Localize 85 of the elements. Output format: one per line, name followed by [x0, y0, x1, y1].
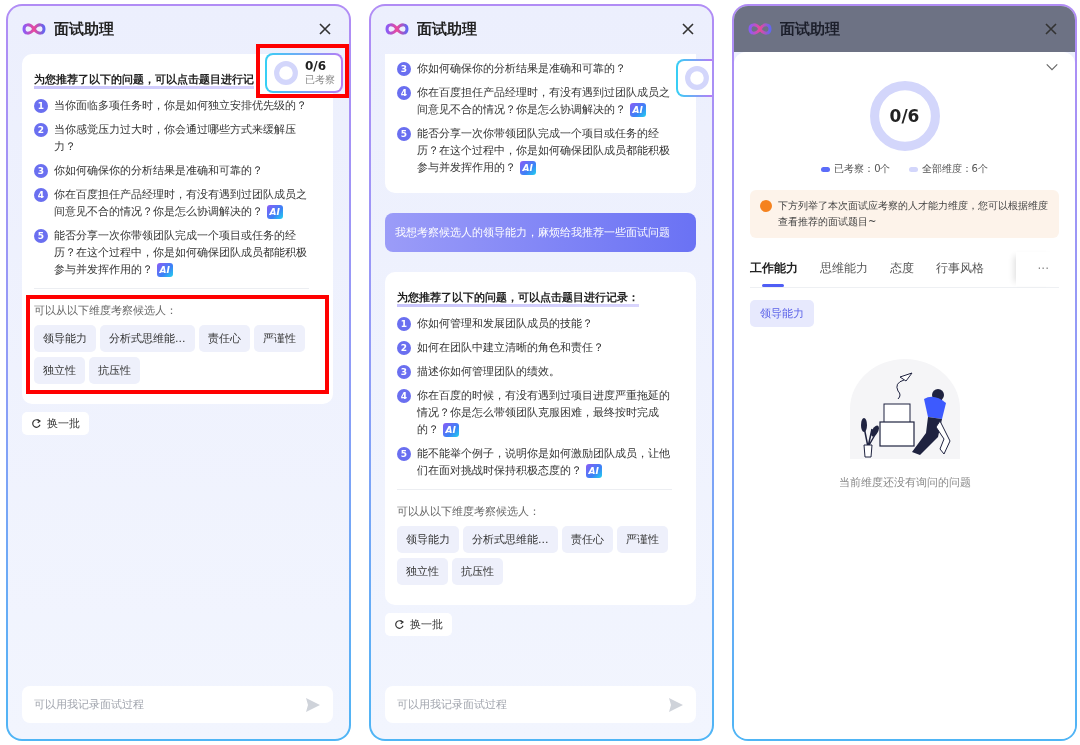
question-text[interactable]: 能否分享一次你带领团队完成一个项目或任务的经历？在这个过程中，你是如何确保团队成员都能积极参与并发挥作用的？ AI	[417, 125, 672, 176]
category-tab[interactable]: 态度	[890, 250, 914, 287]
close-icon	[680, 21, 696, 37]
progress-badge[interactable]: 0/6 已考察	[265, 53, 343, 93]
panel-title: 面试助理	[780, 19, 840, 39]
ai-badge: AI	[442, 423, 459, 437]
notice-text: 下方列举了本次面试应考察的人才能力维度，您可以根据维度查看推荐的面试题目~	[778, 199, 1049, 229]
dimension-tag[interactable]: 领导能力	[34, 325, 96, 352]
legend-label: 已考察：0个	[834, 162, 891, 176]
number-badge: 5	[397, 127, 411, 141]
question-text[interactable]: 当你感觉压力过大时，你会通过哪些方式来缓解压力？	[54, 121, 309, 155]
category-tab[interactable]: 思维能力	[820, 250, 868, 287]
dimension-tag[interactable]: 分析式思维能...	[463, 526, 558, 553]
ai-badge: AI	[519, 161, 536, 175]
logo-icon	[22, 21, 46, 37]
number-badge: 4	[397, 86, 411, 100]
close-button[interactable]	[317, 21, 333, 37]
refresh-icon	[394, 618, 406, 631]
message-input[interactable]: 可以用我记录面试过程	[385, 686, 696, 723]
progress-count: 0/6	[889, 106, 920, 126]
message-input[interactable]: 可以用我记录面试过程	[22, 686, 333, 723]
number-badge: 4	[397, 389, 411, 403]
dimension-tag[interactable]: 分析式思维能...	[100, 325, 195, 352]
send-icon[interactable]	[668, 697, 684, 713]
question-text[interactable]: 能否分享一次你带领团队完成一个项目或任务的经历？在这个过程中，你是如何确保团队成员都能积极参与并发挥作用的？ AI	[54, 227, 309, 278]
question-text[interactable]: 你如何确保你的分析结果是准确和可靠的？	[54, 162, 263, 179]
question-text[interactable]: 描述你如何管理团队的绩效。	[417, 363, 560, 380]
dimension-tag[interactable]: 严谨性	[253, 325, 305, 352]
dimension-tag[interactable]: 责任心	[198, 325, 250, 352]
panel-title: 面试助理	[417, 19, 477, 39]
refresh-button[interactable]: 换一批	[22, 412, 89, 435]
category-tab[interactable]: 工作能力	[750, 250, 798, 287]
progress-ring	[684, 65, 710, 91]
number-badge: 3	[397, 62, 411, 76]
legend-label: 全部维度：6个	[921, 162, 988, 176]
dimension-tag[interactable]: 严谨性	[616, 526, 668, 553]
dimension-tag[interactable]: 独立性	[397, 558, 448, 585]
ai-badge: AI	[266, 205, 283, 219]
warning-icon	[760, 200, 772, 212]
send-icon[interactable]	[305, 697, 321, 713]
dimension-tag[interactable]: 领导能力	[750, 300, 814, 327]
card-heading: 为您推荐了以下的问题，可以点击题目进行记录：	[397, 290, 639, 307]
question-text[interactable]: 你在百度的时候，有没有遇到过项目进度严重拖延的情况？你是怎么带领团队克服困难，最终按时完成的？ AI	[417, 387, 672, 438]
number-badge: 3	[397, 365, 411, 379]
dimension-tag[interactable]: 抗压性	[89, 357, 140, 384]
progress-count: 0/6	[305, 59, 328, 73]
number-badge: 2	[397, 341, 411, 355]
number-badge: 1	[34, 99, 48, 113]
number-badge: 3	[34, 164, 48, 178]
number-badge: 4	[34, 188, 48, 202]
number-badge: 5	[397, 447, 411, 461]
refresh-button[interactable]: 换一批	[385, 613, 452, 636]
refresh-icon	[31, 417, 43, 430]
question-text[interactable]: 你如何管理和发展团队成员的技能？	[417, 315, 593, 332]
progress-label: 已考察	[305, 73, 335, 87]
dimension-tag[interactable]: 独立性	[34, 357, 85, 384]
number-badge: 2	[34, 123, 48, 137]
panel-title: 面试助理	[54, 19, 114, 39]
question-text[interactable]: 当你面临多项任务时，你是如何独立安排优先级的？	[54, 97, 307, 114]
ai-badge: AI	[629, 103, 646, 117]
question-text[interactable]: 如何在团队中建立清晰的角色和责任？	[417, 339, 604, 356]
dimension-label: 可以从以下维度考察候选人：	[34, 303, 178, 318]
card-heading: 为您推荐了以下的问题，可以点击题目进行记	[34, 72, 254, 89]
logo-icon	[748, 21, 772, 37]
dimension-tag[interactable]: 领导能力	[397, 526, 459, 553]
progress-ring	[273, 60, 299, 86]
ai-badge: AI	[156, 263, 173, 277]
question-text[interactable]: 你在百度担任产品经理时，有没有遇到过团队成员之间意见不合的情况？你是怎么协调解决的？ AI	[417, 84, 672, 118]
category-tab[interactable]: 行事风格	[936, 250, 984, 287]
dimension-label: 可以从以下维度考察候选人：	[397, 504, 541, 519]
question-text[interactable]: 你在百度担任产品经理时，有没有遇到过团队成员之间意见不合的情况？你是怎么协调解决的？ AI	[54, 186, 309, 220]
number-badge: 5	[34, 229, 48, 243]
close-icon	[317, 21, 333, 37]
dimension-tag[interactable]: 责任心	[561, 526, 613, 553]
question-text[interactable]: 你如何确保你的分析结果是准确和可靠的？	[417, 60, 626, 77]
close-button[interactable]	[680, 21, 696, 37]
logo-icon	[385, 21, 409, 37]
empty-state-text: 当前维度还没有询问的问题	[838, 475, 971, 490]
number-badge: 1	[397, 317, 411, 331]
more-button[interactable]: ···	[1015, 251, 1059, 286]
ai-badge: AI	[585, 464, 602, 478]
question-text[interactable]: 能不能举个例子，说明你是如何激励团队成员，让他们在面对挑战时保持积极态度的？ AI	[417, 445, 672, 479]
close-icon	[1043, 21, 1059, 37]
dimension-tag[interactable]: 抗压性	[452, 558, 503, 585]
user-message: 我想考察候选人的领导能力，麻烦给我推荐一些面试问题	[385, 213, 696, 252]
